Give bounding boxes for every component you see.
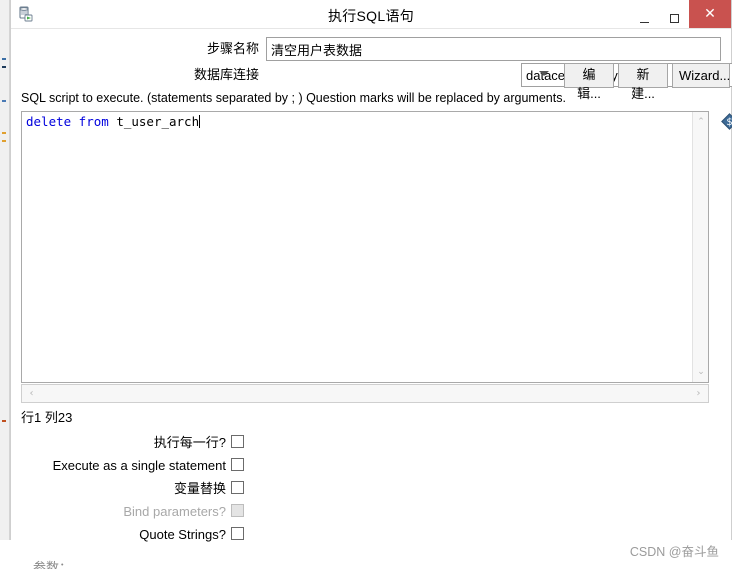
- bg-speck: [2, 100, 6, 102]
- option-row-bind-parameters: Bind parameters?: [11, 501, 731, 522]
- step-name-label: 步骤名称: [206, 41, 259, 56]
- option-label-variable-substitution: 变量替换: [173, 481, 226, 496]
- scroll-up-icon[interactable]: ⌃: [693, 114, 709, 130]
- option-checkbox-quote-strings[interactable]: [231, 527, 244, 540]
- option-row-execute-each-row: 执行每一行?: [11, 432, 731, 453]
- option-checkbox-bind-parameters: [231, 504, 244, 517]
- caret-position-status: 行1 列23: [21, 410, 73, 425]
- sql-script-hint: SQL script to execute. (statements separ…: [21, 91, 566, 105]
- option-checkbox-variable-substitution[interactable]: [231, 481, 244, 494]
- close-icon: ✕: [704, 6, 716, 22]
- minimize-button[interactable]: [629, 0, 659, 28]
- watermark: CSDN @奋斗鱼: [629, 545, 719, 559]
- bg-speck: [2, 420, 6, 422]
- minimize-icon: [639, 22, 649, 23]
- option-label-quote-strings: Quote Strings?: [139, 527, 226, 542]
- scroll-down-icon[interactable]: ⌄: [693, 364, 709, 380]
- dialog-content: 步骤名称 数据库连接 编辑... 新建... Wizard... SQL scr…: [11, 29, 732, 569]
- close-button[interactable]: ✕: [689, 0, 731, 28]
- editor-horizontal-scrollbar[interactable]: ‹ ›: [21, 384, 709, 403]
- db-connection-combo[interactable]: [266, 63, 732, 87]
- sql-editor-text[interactable]: delete from t_user_arch: [26, 114, 690, 380]
- sql-editor[interactable]: delete from t_user_arch ⌃ ⌄: [21, 111, 709, 383]
- bg-speck: [2, 132, 6, 134]
- option-row-quote-strings: Quote Strings?: [11, 524, 731, 545]
- sql-execute-dialog: 执行SQL语句 ✕ 步骤名称 数据库连接 编辑... 新建... Wizard.…: [10, 0, 732, 569]
- background-window-sliver: [0, 0, 10, 540]
- option-checkbox-execute-each-row[interactable]: [231, 435, 244, 448]
- edit-connection-button[interactable]: 编辑...: [564, 63, 614, 101]
- text-caret: [199, 115, 201, 128]
- scroll-left-icon[interactable]: ‹: [23, 385, 40, 402]
- maximize-button[interactable]: [659, 0, 689, 28]
- option-label-bind-parameters: Bind parameters?: [123, 504, 226, 519]
- parameters-label: 参数：: [33, 560, 73, 569]
- sql-keyword: delete from: [26, 114, 109, 129]
- bg-speck: [2, 66, 6, 68]
- window-title: 执行SQL语句: [327, 8, 415, 24]
- step-name-row: 步骤名称: [11, 37, 731, 61]
- db-connection-label: 数据库连接: [193, 67, 259, 82]
- option-checkbox-execute-single-statement[interactable]: [231, 458, 244, 471]
- option-row-execute-single-statement: Execute as a single statement: [11, 455, 731, 476]
- option-label-execute-each-row: 执行每一行?: [153, 435, 226, 450]
- bg-speck: [2, 140, 6, 142]
- variable-diamond-icon[interactable]: $: [721, 113, 732, 130]
- step-name-input[interactable]: [266, 37, 721, 61]
- bg-speck: [2, 58, 6, 60]
- db-connection-row: 数据库连接 编辑... 新建... Wizard...: [11, 63, 732, 101]
- editor-vertical-scrollbar[interactable]: ⌃ ⌄: [692, 112, 708, 382]
- maximize-icon: [669, 14, 679, 23]
- sql-body: t_user_arch: [108, 114, 200, 129]
- option-label-execute-single-statement: Execute as a single statement: [52, 458, 226, 473]
- option-row-variable-substitution: 变量替换: [11, 478, 731, 499]
- new-connection-button[interactable]: 新建...: [618, 63, 668, 101]
- wizard-connection-button[interactable]: Wizard...: [672, 63, 730, 88]
- svg-text:$: $: [726, 117, 732, 128]
- scroll-right-icon[interactable]: ›: [690, 385, 707, 402]
- title-bar: 执行SQL语句 ✕: [11, 0, 731, 29]
